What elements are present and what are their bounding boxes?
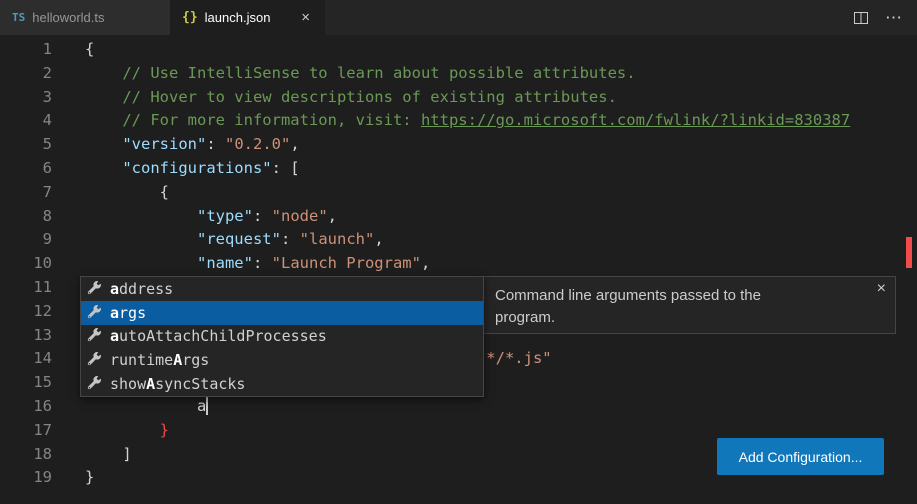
line-number: 2 — [0, 62, 52, 86]
suggest-item-runtimeArgs[interactable]: runtimeArgs — [81, 348, 483, 372]
code-text: // For more information, visit: https://… — [52, 109, 850, 133]
suggest-item-label: args — [110, 304, 146, 322]
code-text: // Use IntelliSense to learn about possi… — [52, 62, 636, 86]
more-actions-icon[interactable]: ⋯ — [885, 8, 903, 28]
line-number: 14 — [0, 347, 52, 371]
code-line: 2 // Use IntelliSense to learn about pos… — [0, 62, 917, 86]
wrench-icon — [87, 281, 103, 297]
line-number: 16 — [0, 395, 52, 419]
tab-helloworld-ts[interactable]: TS helloworld.ts — [0, 0, 170, 35]
code-editor[interactable]: 1{2 // Use IntelliSense to learn about p… — [0, 35, 917, 490]
code-line: 6 "configurations": [ — [0, 157, 917, 181]
code-line: 16 a — [0, 395, 917, 419]
json-file-icon: {} — [182, 10, 198, 25]
line-number: 19 — [0, 466, 52, 490]
editor-actions: ⋯ — [853, 0, 917, 35]
wrench-icon — [87, 352, 103, 368]
line-number: 5 — [0, 133, 52, 157]
code-text: { — [52, 181, 169, 205]
code-line: 3 // Hover to view descriptions of exist… — [0, 86, 917, 110]
suggest-widget: address args autoAttachChildProcesses runti… — [80, 276, 484, 397]
close-icon[interactable]: × — [877, 281, 886, 297]
code-text: "version": "0.2.0", — [52, 133, 300, 157]
line-number: 3 — [0, 86, 52, 110]
line-number: 7 — [0, 181, 52, 205]
close-icon[interactable]: × — [298, 9, 313, 26]
tab-bar: TS helloworld.ts {} launch.json × ⋯ — [0, 0, 917, 35]
line-number: 18 — [0, 443, 52, 467]
line-number: 13 — [0, 324, 52, 348]
code-line: 9 "request": "launch", — [0, 228, 917, 252]
tab-label: launch.json — [205, 10, 271, 25]
suggest-item-label: showAsyncStacks — [110, 375, 245, 393]
overview-ruler-error-mark — [906, 237, 912, 268]
doc-text: Command line arguments passed to the pro… — [495, 285, 813, 329]
code-text: { — [52, 38, 94, 62]
vscode-editor-window: TS helloworld.ts {} launch.json × ⋯ 1{2 … — [0, 0, 917, 504]
wrench-icon — [87, 328, 103, 344]
line-number: 8 — [0, 205, 52, 229]
suggest-item-showAsyncStacks[interactable]: showAsyncStacks — [81, 372, 483, 396]
line-number: 1 — [0, 38, 52, 62]
code-text: ] — [52, 443, 132, 467]
suggest-item-address[interactable]: address — [81, 277, 483, 301]
line-number: 12 — [0, 300, 52, 324]
suggest-item-label: address — [110, 280, 173, 298]
code-line: 10 "name": "Launch Program", — [0, 252, 917, 276]
add-configuration-button[interactable]: Add Configuration... — [717, 438, 884, 475]
suggest-item-args[interactable]: args — [81, 301, 483, 325]
suggest-item-label: autoAttachChildProcesses — [110, 327, 327, 345]
code-text: "request": "launch", — [52, 228, 384, 252]
code-text: } — [52, 466, 94, 490]
wrench-icon — [87, 376, 103, 392]
code-line: 4 // For more information, visit: https:… — [0, 109, 917, 133]
code-text: "type": "node", — [52, 205, 337, 229]
code-text: "name": "Launch Program", — [52, 252, 430, 276]
split-editor-icon[interactable] — [853, 10, 869, 26]
line-number: 17 — [0, 419, 52, 443]
tab-label: helloworld.ts — [32, 10, 104, 25]
suggest-doc-popup: Command line arguments passed to the pro… — [482, 276, 896, 334]
code-line: 5 "version": "0.2.0", — [0, 133, 917, 157]
code-line: 7 { — [0, 181, 917, 205]
typescript-file-icon: TS — [12, 11, 25, 24]
code-text: "configurations": [ — [52, 157, 300, 181]
line-number: 4 — [0, 109, 52, 133]
tab-launch-json[interactable]: {} launch.json × — [170, 0, 325, 35]
code-line: 8 "type": "node", — [0, 205, 917, 229]
line-number: 6 — [0, 157, 52, 181]
line-number: 11 — [0, 276, 52, 300]
suggest-item-label: runtimeArgs — [110, 351, 209, 369]
suggest-item-autoAttachChildProcesses[interactable]: autoAttachChildProcesses — [81, 325, 483, 349]
code-text: a — [52, 395, 208, 419]
line-number: 9 — [0, 228, 52, 252]
code-text: } — [52, 419, 169, 443]
code-line: 1{ — [0, 38, 917, 62]
text-cursor — [206, 396, 208, 415]
wrench-icon — [87, 305, 103, 321]
line-number: 10 — [0, 252, 52, 276]
code-text: // Hover to view descriptions of existin… — [52, 86, 617, 110]
line-number: 15 — [0, 371, 52, 395]
